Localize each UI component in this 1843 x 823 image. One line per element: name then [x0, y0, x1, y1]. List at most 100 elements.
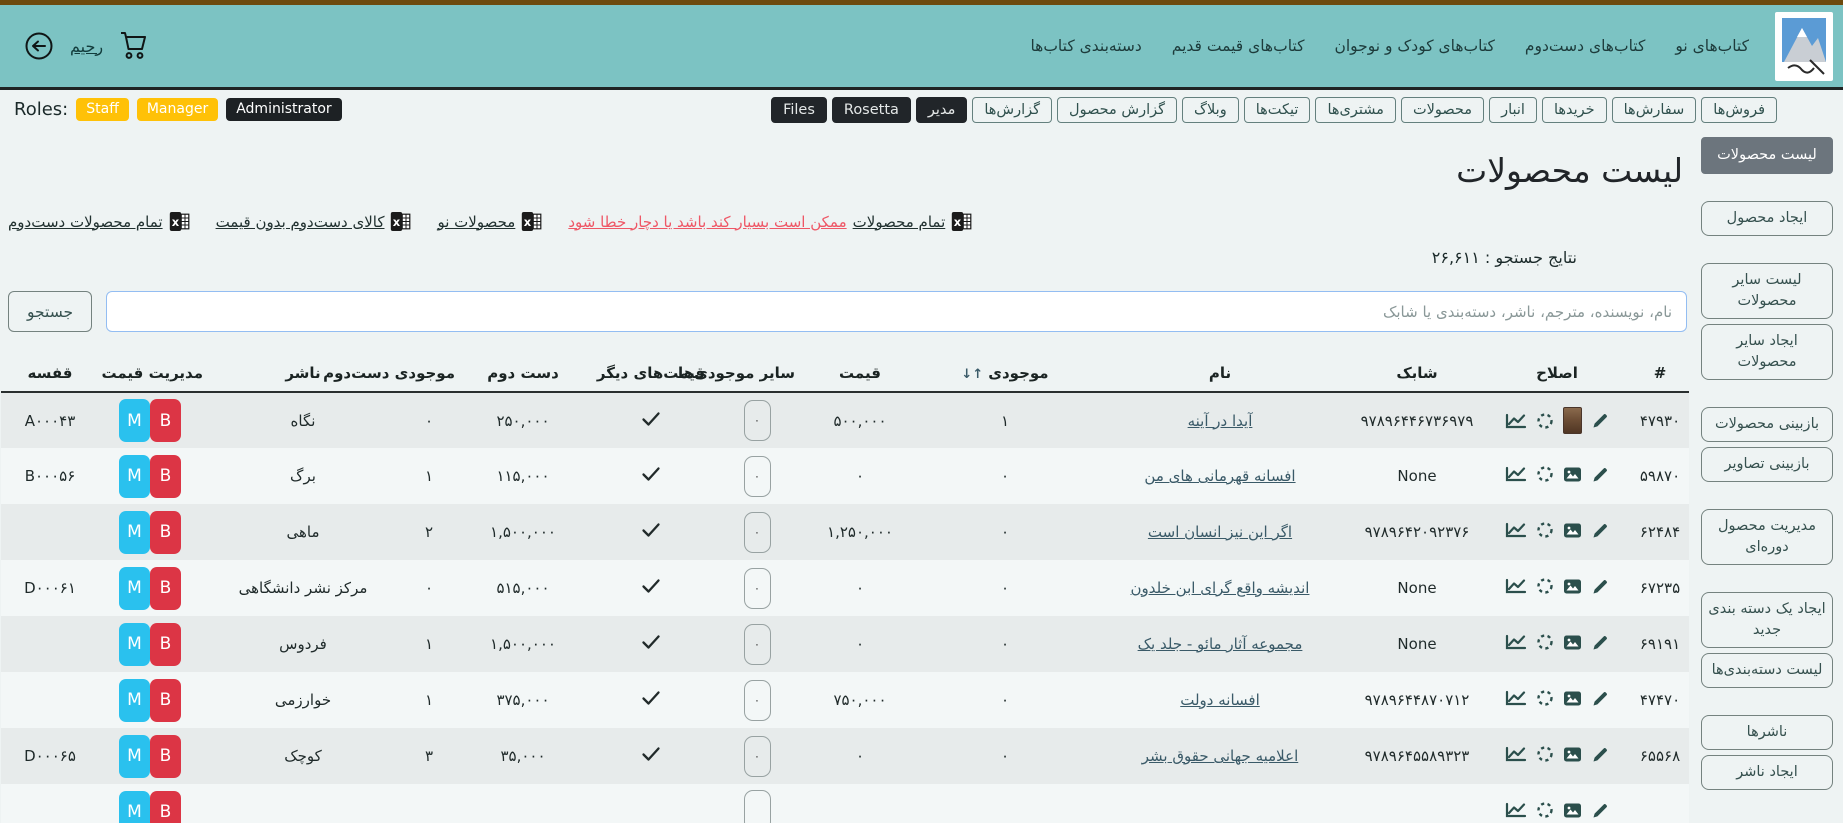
chart-icon[interactable] [1505, 577, 1527, 595]
other-stock-box[interactable]: ۰ [743, 455, 771, 497]
pencil-icon[interactable] [1591, 411, 1610, 430]
tab-6[interactable]: تیکت‌ها [1243, 97, 1311, 123]
image-icon[interactable] [1563, 746, 1582, 763]
chart-icon[interactable] [1505, 521, 1527, 539]
tab-1[interactable]: سفارش‌ها [1611, 97, 1697, 123]
tab-0[interactable]: فروش‌ها [1701, 97, 1777, 123]
price-b-button[interactable]: B [150, 399, 181, 442]
price-b-button[interactable]: B [150, 622, 181, 666]
pencil-icon[interactable] [1591, 801, 1610, 820]
sidebar-item-9[interactable]: ناشرها [1701, 715, 1833, 751]
image-icon[interactable] [1563, 634, 1582, 651]
spinner-icon[interactable] [1536, 745, 1554, 763]
tab-7[interactable]: وبلاگ [1182, 97, 1239, 123]
product-name-link[interactable]: اعلامیه جهانی حقوق بشر [1142, 747, 1299, 765]
image-icon[interactable] [1563, 690, 1582, 707]
chart-icon[interactable] [1505, 465, 1527, 483]
spinner-icon[interactable] [1536, 577, 1554, 595]
price-m-button[interactable]: M [119, 454, 150, 498]
tab-5[interactable]: مشتری‌ها [1315, 97, 1396, 123]
tab-3[interactable]: انبار [1489, 97, 1537, 123]
image-icon[interactable] [1563, 466, 1582, 483]
other-stock-box[interactable]: ۰ [743, 400, 771, 441]
export-link-0[interactable]: x تمام محصولات ممکن است بسیار کند باشد یا … [568, 211, 972, 232]
other-stock-box[interactable]: ۰ [743, 735, 771, 777]
nav-item-2[interactable]: کتاب‌های کودک و نوجوان [1334, 37, 1494, 55]
price-m-button[interactable]: M [119, 510, 150, 554]
other-stock-box[interactable] [743, 789, 771, 823]
price-b-button[interactable]: B [150, 454, 181, 498]
sort-arrows[interactable]: ↑↓ [961, 367, 984, 382]
product-name-link[interactable]: اگر این نیز انسان است [1148, 523, 1292, 541]
sidebar-item-10[interactable]: ایجاد ناشر [1701, 755, 1833, 791]
sidebar-item-4[interactable]: بازبینی محصولات [1701, 407, 1833, 443]
price-b-button[interactable]: B [150, 734, 181, 778]
pencil-icon[interactable] [1591, 465, 1610, 484]
nav-item-0[interactable]: کتاب‌های نو [1675, 37, 1749, 55]
tab-2[interactable]: خریدها [1541, 97, 1607, 123]
export-link-3[interactable]: x تمام محصولات دست‌دوم [8, 211, 190, 232]
chart-icon[interactable] [1505, 633, 1527, 651]
tab-9[interactable]: گزارش‌ها [972, 97, 1053, 123]
spinner-icon[interactable] [1536, 465, 1554, 483]
sidebar-item-6[interactable]: مدیریت محصول دوره‌ای [1701, 509, 1833, 566]
price-b-button[interactable]: B [150, 510, 181, 554]
chart-icon[interactable] [1505, 689, 1527, 707]
sidebar-item-5[interactable]: بازبینی تصاویر [1701, 447, 1833, 483]
tab-8[interactable]: گزارش محصول [1057, 97, 1178, 123]
image-icon[interactable] [1563, 522, 1582, 539]
pencil-icon[interactable] [1591, 521, 1610, 540]
price-m-button[interactable]: M [119, 678, 150, 722]
other-stock-box[interactable]: ۰ [743, 679, 771, 721]
pencil-icon[interactable] [1591, 577, 1610, 596]
tab-11[interactable]: Rosetta [831, 97, 911, 123]
tab-10[interactable]: مدیر [915, 97, 968, 123]
tab-4[interactable]: محصولات [1400, 97, 1485, 123]
sidebar-item-2[interactable]: لیست سایر محصولات [1701, 263, 1833, 320]
price-m-button[interactable]: M [119, 790, 150, 823]
tab-12[interactable]: Files [771, 97, 827, 123]
nav-item-3[interactable]: کتاب‌های قیمت قدیم [1172, 37, 1305, 55]
search-button[interactable]: جستجو [8, 291, 93, 332]
user-profile-link[interactable]: رحیم [70, 37, 103, 56]
back-icon[interactable] [22, 29, 56, 63]
price-b-button[interactable]: B [150, 790, 181, 823]
product-name-link[interactable]: افسانه دولت [1180, 691, 1260, 709]
site-logo[interactable] [1775, 11, 1833, 81]
cart-icon[interactable] [117, 30, 153, 62]
sidebar-item-8[interactable]: لیست دسته‌بندی‌ها [1701, 653, 1833, 689]
other-stock-box[interactable]: ۰ [743, 567, 771, 609]
other-stock-box[interactable]: ۰ [743, 623, 771, 665]
price-m-button[interactable]: M [119, 566, 150, 610]
image-icon[interactable] [1563, 578, 1582, 595]
product-name-link[interactable]: آیدا در آینه [1188, 412, 1253, 430]
product-name-link[interactable]: اندیشه واقع گرای ابن خلدون [1131, 579, 1310, 597]
spinner-icon[interactable] [1536, 521, 1554, 539]
nav-item-4[interactable]: دسته‌بندی کتاب‌ها [1030, 37, 1141, 55]
col-header-4[interactable]: موجودی ↑↓ [921, 358, 1089, 393]
spinner-icon[interactable] [1536, 689, 1554, 707]
other-stock-box[interactable]: ۰ [743, 511, 771, 553]
sidebar-item-0[interactable]: لیست محصولات [1701, 137, 1833, 175]
product-name-link[interactable]: افسانه قهرمانی های من [1144, 467, 1295, 485]
price-b-button[interactable]: B [150, 566, 181, 610]
spinner-icon[interactable] [1536, 412, 1554, 430]
spinner-icon[interactable] [1536, 801, 1554, 819]
sidebar-item-1[interactable]: ایجاد محصول [1701, 201, 1833, 237]
chart-icon[interactable] [1505, 745, 1527, 763]
export-link-2[interactable]: x کالای دست‌دوم بدون قیمت [216, 211, 412, 232]
price-m-button[interactable]: M [119, 622, 150, 666]
book-thumbnail[interactable] [1562, 407, 1582, 434]
sidebar-item-7[interactable]: ایجاد یک دسته بندی جدید [1701, 592, 1833, 649]
pencil-icon[interactable] [1591, 689, 1610, 708]
pencil-icon[interactable] [1591, 745, 1610, 764]
nav-item-1[interactable]: کتاب‌های دست‌دوم [1525, 37, 1645, 55]
search-input[interactable] [106, 291, 1687, 332]
chart-icon[interactable] [1505, 801, 1527, 819]
chart-icon[interactable] [1505, 412, 1527, 430]
pencil-icon[interactable] [1591, 633, 1610, 652]
product-name-link[interactable]: مجموعه آثار مائو - جلد یک [1138, 635, 1303, 653]
export-link-1[interactable]: x محصولات نو [437, 211, 542, 232]
price-b-button[interactable]: B [150, 678, 181, 722]
spinner-icon[interactable] [1536, 633, 1554, 651]
